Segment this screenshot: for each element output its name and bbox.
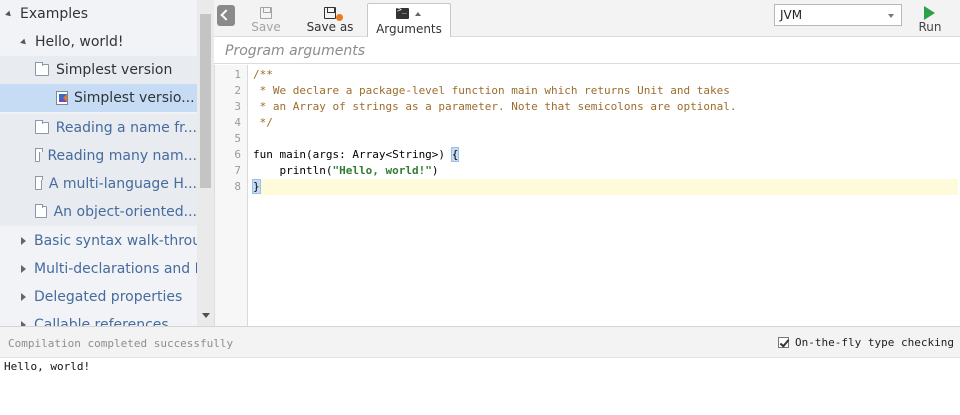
console-output: Hello, world! — [0, 358, 960, 415]
tree-item-multi-declarations[interactable]: Multi-declarations and D — [0, 255, 197, 283]
save-as-label: Save as — [306, 20, 354, 34]
compilation-status: Compilation completed successfully — [8, 337, 234, 350]
arguments-label: Arguments — [376, 22, 442, 36]
tree-item-basic-syntax[interactable]: Basic syntax walk-throug — [0, 227, 197, 255]
save-as-button[interactable]: Save as — [302, 4, 358, 37]
tree-item-multi-language[interactable]: A multi-language H... — [0, 170, 197, 198]
tree-item-simplest-version-file[interactable]: Simplest versio... — [0, 84, 197, 112]
run-button[interactable]: Run — [910, 4, 950, 34]
code-comment: * We declare a package-level function ma… — [253, 84, 730, 97]
line-number: 2 — [234, 84, 241, 97]
collapsed-arrow-icon[interactable] — [21, 265, 26, 273]
tree-item-label: Examples — [20, 6, 89, 22]
matching-brace: } — [252, 179, 261, 194]
code-line: * We declare a package-level function ma… — [253, 83, 958, 99]
console-output-text: Hello, world! — [4, 360, 91, 373]
program-arguments-bar — [214, 38, 960, 64]
code-editor[interactable]: 1 2 3 4 5 6 7 8 /** * We declare a packa… — [214, 65, 960, 326]
tree-item-label: Reading many nam... — [47, 148, 197, 164]
checkbox-checked-icon[interactable] — [778, 337, 790, 348]
toolbar: Save Save as Arguments JVM Run — [214, 0, 960, 37]
scroll-down-arrow-icon[interactable] — [202, 313, 210, 318]
expanded-arrow-icon[interactable] — [20, 38, 28, 46]
matching-brace: { — [450, 147, 460, 162]
code-comment: */ — [253, 116, 273, 129]
on-the-fly-type-checking-toggle[interactable]: On-the-fly type checking — [778, 336, 954, 349]
arguments-button[interactable]: Arguments — [367, 3, 451, 37]
tree-item-label: Basic syntax walk-throug — [34, 233, 197, 249]
collapsed-arrow-icon[interactable] — [21, 293, 26, 301]
tree-item-label: Callable references — [34, 317, 169, 326]
type-checking-label: On-the-fly type checking — [795, 336, 954, 349]
code-line: println("Hello, world!") — [253, 163, 958, 179]
save-button[interactable]: Save — [244, 4, 288, 37]
caret-up-icon — [415, 12, 421, 16]
line-number-gutter: 1 2 3 4 5 6 7 8 — [215, 65, 248, 326]
tree-item-label: Reading a name fr... — [55, 120, 197, 136]
target-platform-value: JVM — [780, 8, 803, 22]
kotlin-file-icon — [56, 91, 68, 105]
tree-item-reading-a-name[interactable]: Reading a name fr... — [0, 114, 197, 142]
code-comment: /** — [253, 68, 273, 81]
target-platform-select[interactable]: JVM — [774, 4, 902, 26]
tree-item-callable-references[interactable]: Callable references — [0, 311, 197, 326]
tree-item-hello-world[interactable]: Hello, world! — [0, 28, 197, 56]
folder-icon — [35, 204, 47, 218]
collapse-sidebar-button[interactable] — [217, 5, 235, 26]
line-number: 3 — [234, 100, 241, 113]
status-bar: Compilation completed successfully On-th… — [0, 326, 960, 358]
save-label: Save — [251, 20, 281, 34]
code-area[interactable]: /** * We declare a package-level functio… — [252, 65, 958, 326]
examples-tree: Examples Hello, world! Simplest version … — [0, 0, 197, 326]
tree-item-object-oriented[interactable]: An object-oriented... — [0, 198, 197, 226]
tree-item-label: An object-oriented... — [53, 204, 197, 220]
tree-item-delegated-properties[interactable]: Delegated properties — [0, 283, 197, 311]
floppy-disk-icon — [260, 7, 272, 19]
line-number: 1 — [234, 68, 241, 81]
code-string: "Hello, world!" — [332, 164, 432, 177]
code-text: fun main(args: Array<String>) — [253, 148, 452, 161]
folder-icon — [35, 120, 49, 134]
chevron-down-icon — [888, 14, 894, 18]
tree-item-label: A multi-language H... — [48, 176, 197, 192]
examples-sidebar: Examples Hello, world! Simplest version … — [0, 0, 214, 326]
tree-item-label: Delegated properties — [34, 289, 183, 305]
line-number: 4 — [234, 116, 241, 129]
floppy-disk-icon — [324, 7, 336, 19]
line-number: 5 — [234, 132, 241, 145]
line-number: 8 — [234, 180, 241, 193]
code-line: * an Array of strings as a parameter. No… — [253, 99, 958, 115]
folder-icon — [35, 62, 49, 76]
tree-item-label: Multi-declarations and D — [34, 261, 197, 277]
expanded-arrow-icon[interactable] — [5, 10, 13, 18]
tree-item-label: Simplest versio... — [74, 90, 195, 106]
tree-item-simplest-version[interactable]: Simplest version — [0, 56, 197, 84]
code-text: ) — [431, 164, 439, 177]
line-number: 7 — [234, 164, 241, 177]
folder-icon — [35, 148, 44, 162]
code-line-active: } — [252, 179, 958, 195]
tree-item-label: Hello, world! — [35, 34, 124, 50]
collapsed-arrow-icon[interactable] — [21, 237, 26, 245]
sidebar-scrollbar-thumb[interactable] — [200, 14, 211, 188]
sidebar-scrollbar[interactable] — [197, 0, 214, 326]
code-line: /** — [253, 67, 958, 83]
folder-icon — [35, 176, 43, 190]
tree-item-examples[interactable]: Examples — [0, 0, 197, 28]
terminal-icon — [396, 5, 409, 19]
line-number: 6 — [234, 148, 241, 161]
tree-item-reading-many-names[interactable]: Reading many nam... — [0, 142, 197, 170]
program-arguments-input[interactable] — [214, 38, 960, 63]
tree-item-label: Simplest version — [56, 62, 173, 78]
code-line: fun main(args: Array<String>) { — [253, 147, 958, 163]
code-line: */ — [253, 115, 958, 131]
code-text: println( — [253, 164, 333, 177]
play-icon — [924, 6, 935, 20]
code-comment: * an Array of strings as a parameter. No… — [253, 100, 737, 113]
run-label: Run — [918, 20, 942, 34]
